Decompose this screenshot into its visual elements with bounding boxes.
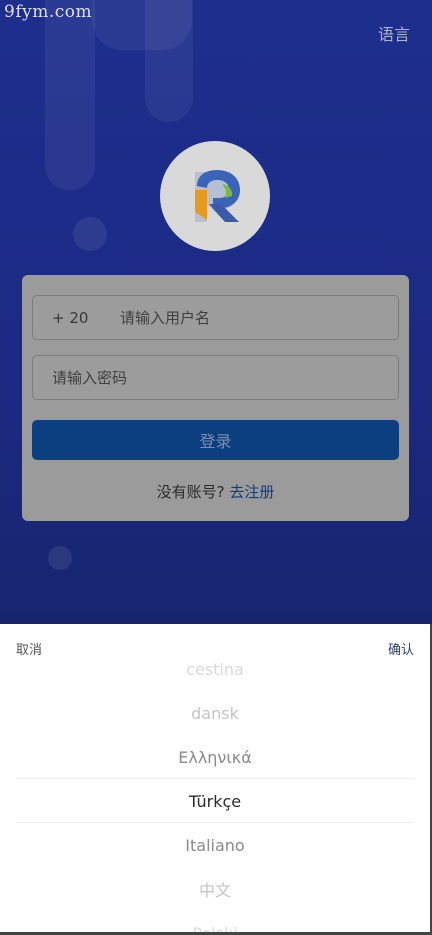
language-picker[interactable]: cestina dansk Ελληνικά Türkçe Italiano 中… <box>0 660 430 933</box>
picker-option[interactable]: Ελληνικά <box>0 735 430 779</box>
username-input[interactable]: 请输入用户名 <box>120 307 210 328</box>
picker-option-selected[interactable]: Türkçe <box>0 779 430 823</box>
password-field[interactable]: 请输入密码 <box>32 355 399 400</box>
country-code-selector[interactable]: + 20 <box>52 309 120 327</box>
confirm-button[interactable]: 确认 <box>388 639 414 658</box>
r-letter-logo-icon <box>195 170 240 222</box>
picker-option[interactable]: cestina <box>0 660 430 691</box>
decor-shape <box>45 0 95 190</box>
decor-dot <box>48 546 72 570</box>
decor-shape <box>145 0 193 122</box>
cancel-button[interactable]: 取消 <box>16 639 42 658</box>
register-row: 没有账号? 去注册 <box>22 481 409 502</box>
decor-dot <box>73 217 107 251</box>
picker-option[interactable]: Polski <box>0 911 430 934</box>
picker-option[interactable]: dansk <box>0 691 430 735</box>
language-button[interactable]: 语言 <box>378 21 410 45</box>
register-link[interactable]: 去注册 <box>229 483 274 501</box>
no-account-text: 没有账号? <box>156 483 230 501</box>
app-logo <box>160 141 270 251</box>
login-card: + 20 请输入用户名 请输入密码 登录 没有账号? 去注册 <box>22 275 409 521</box>
language-picker-sheet: 取消 确认 cestina dansk Ελληνικά Türkçe Ital… <box>0 624 430 933</box>
password-input[interactable]: 请输入密码 <box>52 367 127 388</box>
picker-option[interactable]: 中文 <box>0 867 430 911</box>
login-button[interactable]: 登录 <box>32 420 399 460</box>
watermark-text: 9fym.com <box>4 2 93 22</box>
username-field[interactable]: + 20 请输入用户名 <box>32 295 399 340</box>
picker-option[interactable]: Italiano <box>0 823 430 867</box>
